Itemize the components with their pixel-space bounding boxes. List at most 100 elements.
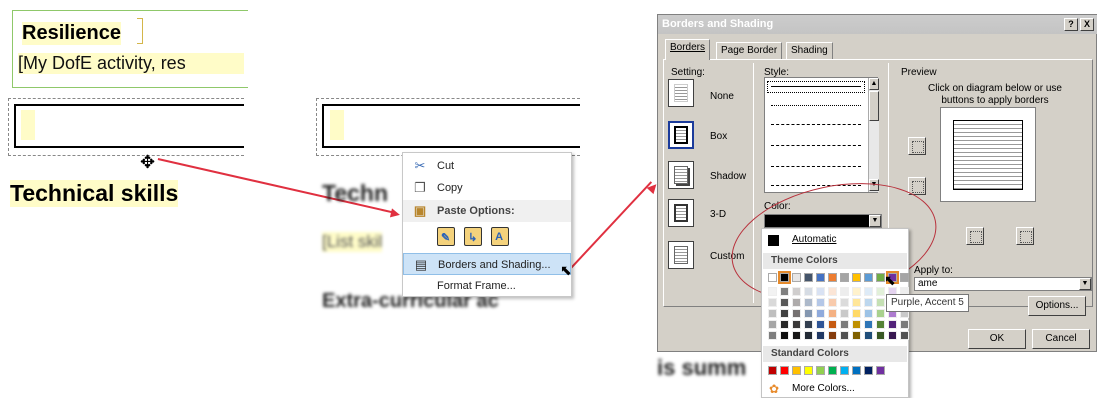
help-button[interactable]: ? xyxy=(1064,18,1078,31)
shade-color-swatch[interactable] xyxy=(816,298,825,307)
menu-item-format-frame[interactable]: Format Frame... xyxy=(403,275,571,297)
style-scrollbar[interactable]: ▲ ▼ xyxy=(868,78,879,192)
tab-borders[interactable]: Borders xyxy=(665,39,711,60)
style-solid[interactable] xyxy=(771,86,861,87)
shade-color-swatch[interactable] xyxy=(816,320,825,329)
shade-color-swatch[interactable] xyxy=(804,320,813,329)
style-long-dash[interactable] xyxy=(771,166,861,167)
shade-color-swatch[interactable] xyxy=(804,287,813,296)
shade-color-swatch[interactable] xyxy=(852,298,861,307)
shade-color-swatch[interactable] xyxy=(840,331,849,340)
setting-shadow-button[interactable] xyxy=(668,161,694,189)
automatic-swatch[interactable] xyxy=(768,235,779,246)
menu-item-cut[interactable]: ✂ Cut xyxy=(403,155,571,177)
shade-color-swatch[interactable] xyxy=(876,309,885,318)
shade-color-swatch[interactable] xyxy=(888,331,897,340)
right-border-button[interactable] xyxy=(1016,227,1034,245)
tab-page-border[interactable]: Page Border xyxy=(716,42,783,59)
shade-color-swatch[interactable] xyxy=(780,331,789,340)
standard-color-swatch[interactable] xyxy=(864,366,873,375)
theme-color-swatch[interactable] xyxy=(768,273,777,282)
shade-color-swatch[interactable] xyxy=(816,287,825,296)
shade-color-swatch[interactable] xyxy=(852,331,861,340)
more-colors-option[interactable]: More Colors... xyxy=(792,383,855,394)
theme-color-swatch[interactable] xyxy=(816,273,825,282)
shade-color-swatch[interactable] xyxy=(852,309,861,318)
preview-diagram[interactable] xyxy=(940,107,1036,202)
theme-color-swatch[interactable] xyxy=(840,273,849,282)
shade-color-swatch[interactable] xyxy=(768,320,777,329)
tab-shading[interactable]: Shading xyxy=(786,42,833,59)
shade-color-swatch[interactable] xyxy=(864,287,873,296)
line-style-list[interactable]: ▲ ▼ xyxy=(764,77,879,193)
keep-formatting-icon[interactable]: ✎ xyxy=(437,227,455,246)
shade-color-swatch[interactable] xyxy=(780,287,789,296)
style-dash[interactable] xyxy=(771,145,861,146)
setting-custom-button[interactable] xyxy=(668,241,694,269)
shade-color-swatch[interactable] xyxy=(780,298,789,307)
shade-color-swatch[interactable] xyxy=(792,331,801,340)
standard-color-swatch[interactable] xyxy=(876,366,885,375)
shade-color-swatch[interactable] xyxy=(804,309,813,318)
theme-color-swatch[interactable] xyxy=(900,273,909,282)
shade-color-swatch[interactable] xyxy=(876,320,885,329)
shade-color-swatch[interactable] xyxy=(876,331,885,340)
scroll-thumb[interactable] xyxy=(869,91,879,121)
setting-none-button[interactable] xyxy=(668,79,694,107)
shade-color-swatch[interactable] xyxy=(804,331,813,340)
left-border-button[interactable] xyxy=(966,227,984,245)
standard-color-swatch[interactable] xyxy=(792,366,801,375)
style-selected-row[interactable] xyxy=(767,81,865,93)
style-small-dash[interactable] xyxy=(771,124,861,125)
automatic-option[interactable]: Automatic xyxy=(792,234,836,245)
shade-color-swatch[interactable] xyxy=(816,331,825,340)
shade-color-swatch[interactable] xyxy=(816,309,825,318)
theme-color-swatch[interactable] xyxy=(828,273,837,282)
shade-color-swatch[interactable] xyxy=(828,331,837,340)
standard-color-swatch[interactable] xyxy=(852,366,861,375)
theme-color-swatch[interactable] xyxy=(864,273,873,282)
theme-color-swatch[interactable] xyxy=(804,273,813,282)
menu-item-copy[interactable]: ❐ Copy xyxy=(403,177,571,199)
shade-color-swatch[interactable] xyxy=(768,298,777,307)
shade-color-swatch[interactable] xyxy=(780,320,789,329)
text-frame-box[interactable] xyxy=(14,104,244,148)
close-button[interactable]: X xyxy=(1080,18,1094,31)
shade-color-swatch[interactable] xyxy=(768,309,777,318)
text-frame-box-2[interactable] xyxy=(322,104,580,148)
shade-color-swatch[interactable] xyxy=(864,309,873,318)
standard-color-swatch[interactable] xyxy=(840,366,849,375)
shade-color-swatch[interactable] xyxy=(840,298,849,307)
shade-color-swatch[interactable] xyxy=(900,320,909,329)
shade-color-swatch[interactable] xyxy=(828,309,837,318)
top-border-button[interactable] xyxy=(908,137,926,155)
standard-color-swatch[interactable] xyxy=(804,366,813,375)
standard-color-swatch[interactable] xyxy=(768,366,777,375)
shade-color-swatch[interactable] xyxy=(768,331,777,340)
menu-item-borders-and-shading[interactable]: ▤ Borders and Shading... xyxy=(403,253,571,275)
shade-color-swatch[interactable] xyxy=(828,320,837,329)
shade-color-swatch[interactable] xyxy=(792,320,801,329)
merge-formatting-icon[interactable]: ↳ xyxy=(464,227,483,246)
shade-color-swatch[interactable] xyxy=(840,320,849,329)
shade-color-swatch[interactable] xyxy=(828,287,837,296)
theme-color-swatch[interactable] xyxy=(778,271,791,284)
shade-color-swatch[interactable] xyxy=(888,320,897,329)
ok-button[interactable]: OK xyxy=(968,329,1026,349)
shade-color-swatch[interactable] xyxy=(804,298,813,307)
theme-color-swatch[interactable] xyxy=(792,273,801,282)
shade-color-swatch[interactable] xyxy=(768,287,777,296)
shade-color-swatch[interactable] xyxy=(852,287,861,296)
scroll-up-icon[interactable]: ▲ xyxy=(869,78,879,90)
theme-color-swatch[interactable] xyxy=(852,273,861,282)
shade-color-swatch[interactable] xyxy=(864,331,873,340)
shade-color-swatch[interactable] xyxy=(840,287,849,296)
shade-color-swatch[interactable] xyxy=(780,309,789,318)
apply-dropdown-arrow-icon[interactable]: ▼ xyxy=(1079,278,1091,290)
setting-box-button[interactable] xyxy=(668,121,694,149)
shade-color-swatch[interactable] xyxy=(900,331,909,340)
preview-box[interactable] xyxy=(953,120,1023,190)
shade-color-swatch[interactable] xyxy=(840,309,849,318)
shade-color-swatch[interactable] xyxy=(792,309,801,318)
standard-color-swatch[interactable] xyxy=(780,366,789,375)
